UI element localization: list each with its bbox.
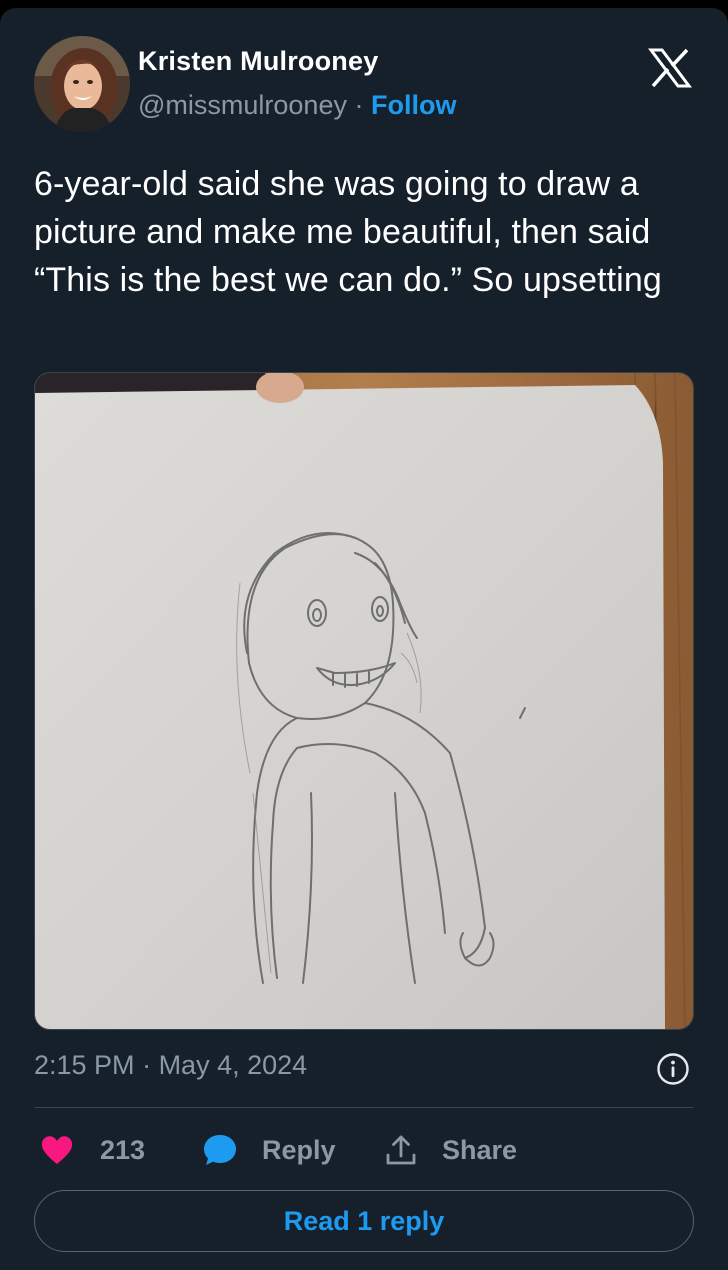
like-button[interactable]: 213	[40, 1128, 145, 1172]
upload-icon	[386, 1135, 416, 1165]
tweet-card: Kristen Mulrooney @missmulrooney · Follo…	[0, 8, 728, 1270]
reply-label: Reply	[262, 1134, 336, 1165]
author-name[interactable]: Kristen Mulrooney	[138, 46, 378, 77]
avatar-image	[34, 36, 130, 132]
like-count: 213	[100, 1134, 146, 1165]
follow-button[interactable]: Follow	[371, 90, 456, 120]
tweet-text: 6-year-old said she was going to draw a …	[34, 165, 662, 299]
heart-icon	[41, 1136, 73, 1164]
avatar[interactable]	[34, 36, 130, 132]
handle-separator: ·	[346, 90, 371, 120]
divider	[34, 1107, 694, 1108]
share-label: Share	[442, 1134, 518, 1165]
drawing-photo	[35, 373, 693, 1029]
share-button[interactable]: Share	[384, 1128, 517, 1172]
tweet-photo[interactable]	[34, 372, 694, 1030]
speech-bubble-icon	[204, 1135, 236, 1165]
tweet-actions: 213 Reply Share	[34, 1128, 694, 1172]
author-handle-line: @missmulrooney · Follow	[138, 90, 456, 121]
read-replies-button[interactable]: Read 1 reply	[34, 1190, 694, 1252]
info-icon[interactable]	[656, 1052, 690, 1086]
tweet-time: 2:15 PM	[34, 1050, 135, 1080]
tweet-header: Kristen Mulrooney @missmulrooney · Follo…	[34, 36, 698, 136]
tweet-date: May 4, 2024	[158, 1050, 308, 1080]
x-logo-icon[interactable]	[648, 48, 692, 88]
timestamp-separator: ·	[134, 1050, 159, 1080]
tweet-timestamp[interactable]: 2:15 PM · May 4, 2024	[34, 1050, 307, 1081]
reply-button[interactable]: Reply	[202, 1128, 336, 1172]
author-handle[interactable]: @missmulrooney	[138, 90, 347, 120]
